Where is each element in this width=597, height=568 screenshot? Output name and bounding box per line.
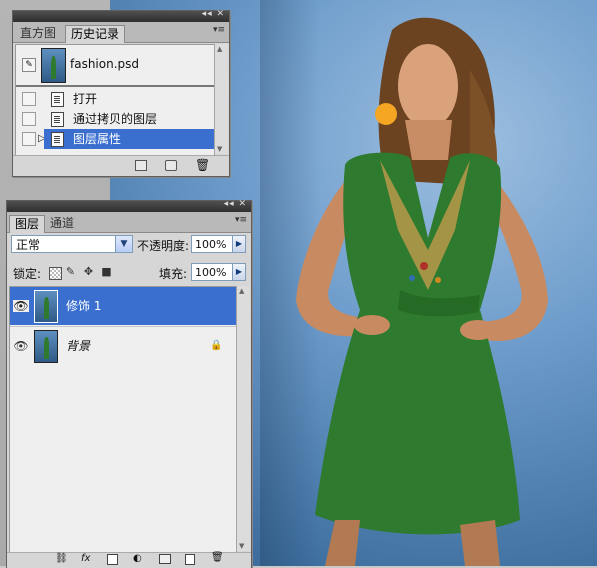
tab-history[interactable]: 历史记录 [65, 25, 126, 43]
eye-icon[interactable]: 👁 [13, 300, 29, 312]
lock-label: 锁定: [13, 267, 42, 281]
layers-panel-titlebar[interactable]: ◂◂ ✕ [7, 199, 251, 212]
chevron-down-icon[interactable]: ▼ [115, 236, 132, 252]
history-footer: 🗑 [13, 155, 229, 175]
lock-transparent-icon[interactable] [49, 267, 62, 280]
layer-thumbnail [34, 290, 58, 323]
snapshot-name: fashion.psd [70, 57, 140, 71]
layers-tabs: 图层 通道 ▾≡ [7, 212, 251, 233]
layers-scrollbar[interactable]: ▲ ▼ [236, 286, 250, 551]
opacity-slider-button[interactable]: ▶ [232, 235, 246, 253]
lock-brush-icon[interactable]: ✎ [65, 266, 76, 277]
layer-row-background[interactable]: 👁 背景 🔒 [10, 326, 236, 365]
collapse-icon[interactable]: ◂◂ ✕ [224, 199, 247, 209]
history-brush-icon[interactable]: ✎ [22, 58, 36, 72]
history-state-icon [51, 132, 64, 147]
folder-icon[interactable] [159, 554, 171, 564]
fill-slider-button[interactable]: ▶ [232, 263, 246, 281]
layer-thumbnail [34, 330, 58, 363]
history-item-layer-properties[interactable]: ▷ 图层属性 [16, 129, 214, 149]
opacity-input[interactable]: 100% [191, 235, 233, 253]
snapshot-thumbnail [41, 48, 66, 83]
collapse-icon[interactable]: ◂◂ ✕ [202, 9, 225, 19]
fill-input[interactable]: 100% [191, 263, 233, 281]
fill-label: 填充: [159, 267, 188, 281]
camera-icon[interactable] [165, 160, 177, 171]
history-item-label: 图层属性 [73, 132, 122, 146]
history-item-copy-layer[interactable]: 通过拷贝的图层 [16, 109, 214, 129]
earring [375, 103, 397, 125]
trash-icon[interactable]: 🗑 [211, 552, 224, 563]
lock-move-icon[interactable]: ✥ [83, 266, 94, 277]
fx-icon[interactable]: fx [81, 553, 90, 564]
panel-menu-icon[interactable]: ▾≡ [235, 215, 247, 225]
new-layer-icon[interactable] [185, 554, 195, 565]
history-source-checkbox[interactable] [22, 92, 36, 106]
link-icon[interactable]: ⛓ [55, 553, 68, 564]
history-list: ✎ fashion.psd 打开 通过拷贝的图层 ▷ 图层属性 [15, 44, 215, 156]
layer-row-retouch[interactable]: 👁 修饰 1 [10, 287, 236, 325]
layer-name[interactable]: 修饰 1 [66, 287, 101, 325]
tab-histogram[interactable]: 直方图 [15, 25, 61, 42]
history-source-checkbox[interactable] [22, 132, 36, 146]
lock-all-icon[interactable]: ■ [101, 266, 112, 277]
new-document-icon[interactable] [135, 160, 147, 171]
history-snapshot[interactable]: ✎ fashion.psd [16, 46, 214, 84]
lock-icon: 🔒 [210, 340, 223, 351]
layer-name[interactable]: 背景 [66, 327, 90, 365]
history-item-open[interactable]: 打开 [16, 89, 214, 109]
blend-mode-select[interactable]: 正常 ▼ [11, 235, 133, 253]
trash-icon[interactable]: 🗑 [195, 158, 210, 172]
mask-icon[interactable] [107, 554, 118, 565]
history-tabs: 直方图 历史记录 ▾≡ [13, 22, 229, 43]
layers-list: 👁 修饰 1 👁 背景 🔒 [9, 286, 237, 553]
panel-menu-icon[interactable]: ▾≡ [213, 25, 225, 35]
history-panel-titlebar[interactable]: ◂◂ ✕ [13, 9, 229, 22]
history-item-label: 通过拷贝的图层 [73, 112, 158, 126]
adjustment-icon[interactable]: ◐ [133, 553, 142, 564]
blend-mode-value: 正常 [16, 238, 41, 252]
tab-layers[interactable]: 图层 [9, 215, 46, 233]
layers-panel: ◂◂ ✕ 图层 通道 ▾≡ 正常 ▼ 不透明度: 100% ▶ 锁定: ✎ ✥ … [6, 199, 252, 568]
history-panel: ◂◂ ✕ 直方图 历史记录 ▾≡ ✎ fashion.psd 打开 通过拷贝的图… [12, 9, 230, 177]
opacity-label: 不透明度: [137, 239, 190, 253]
tab-channels[interactable]: 通道 [45, 215, 79, 232]
history-state-icon [51, 112, 64, 127]
eye-icon[interactable]: 👁 [13, 340, 29, 352]
history-item-label: 打开 [73, 92, 98, 106]
history-scrollbar[interactable]: ▲ ▼ [214, 44, 228, 154]
history-source-checkbox[interactable] [22, 112, 36, 126]
history-state-icon [51, 92, 64, 107]
